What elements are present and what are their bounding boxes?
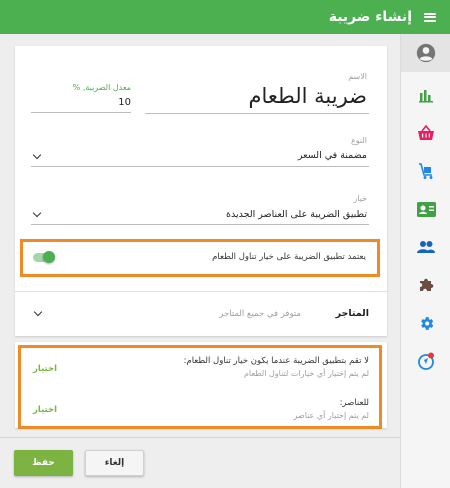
- dining-exception-sub: لم يتم إختيار أي خيارات لتناول الطعام: [243, 369, 369, 378]
- type-select[interactable]: مضمنة في السعر: [298, 150, 367, 161]
- account-circle-icon: [416, 43, 436, 63]
- sidebar-item-settings[interactable]: [401, 304, 450, 342]
- exceptions-highlight: لا تقم بتطبيق الضريبة عندما يكون خيار تن…: [18, 345, 382, 429]
- help-icon: [418, 352, 434, 370]
- rate-input[interactable]: 10: [118, 97, 131, 108]
- cart-box-icon: [419, 163, 433, 179]
- exceptions-card: لا تقم بتطبيق الضريبة عندما يكون خيار تن…: [15, 342, 387, 429]
- stores-value: متوفر في جميع المتاجر: [219, 309, 301, 319]
- items-exception-sub: لم يتم إختيار أي عناصر: [293, 411, 369, 420]
- stores-divider: [15, 291, 387, 292]
- people-icon: [417, 241, 435, 253]
- puzzle-icon: [420, 278, 434, 291]
- bar-chart-icon: [419, 90, 433, 103]
- menu-icon[interactable]: [424, 12, 436, 22]
- rate-label: معدل الضريبة, %: [72, 83, 131, 92]
- option-underline: [31, 224, 369, 225]
- id-card-icon: [416, 201, 436, 217]
- type-label: النوع: [351, 136, 367, 145]
- sidebar-item-customers[interactable]: [401, 228, 450, 266]
- basket-icon: [418, 125, 434, 140]
- option-label: خيار: [353, 194, 367, 203]
- dining-toggle-row[interactable]: يعتمد تطبيق الضريبة على خيار تناول الطعا…: [20, 239, 380, 277]
- save-button[interactable]: حفظ: [14, 450, 73, 476]
- sidebar-item-employees[interactable]: [401, 190, 450, 228]
- type-underline: [31, 166, 369, 167]
- dining-toggle-knob[interactable]: [43, 251, 55, 263]
- chevron-down-icon[interactable]: [32, 150, 42, 160]
- dining-select-link[interactable]: اختيار: [33, 364, 57, 374]
- chevron-down-icon[interactable]: [33, 307, 43, 317]
- chevron-down-icon[interactable]: [32, 208, 42, 218]
- name-label: الاسم: [348, 72, 367, 81]
- sidebar-item-integrations[interactable]: [401, 266, 450, 304]
- rate-underline: [31, 112, 131, 113]
- cancel-button[interactable]: إلغاء: [85, 450, 144, 476]
- stores-label: المتاجر: [335, 308, 369, 319]
- name-underline: [145, 113, 369, 114]
- sidebar-item-inventory[interactable]: [401, 152, 450, 190]
- option-select[interactable]: تطبيق الضريبة على العناصر الجديدة: [226, 209, 367, 220]
- app-bar: إنشاء ضريبة: [0, 0, 450, 34]
- sidebar: [400, 34, 450, 488]
- items-exception-title: للعناصر:: [339, 398, 369, 408]
- name-input[interactable]: ضريبة الطعام: [248, 84, 367, 108]
- items-select-link[interactable]: اختيار: [33, 405, 57, 415]
- tax-form-card: الاسم ضريبة الطعام معدل الضريبة, % 10 ال…: [15, 46, 387, 336]
- dining-exception-title: لا تقم بتطبيق الضريبة عندما يكون خيار تن…: [183, 356, 369, 366]
- gear-icon: [420, 316, 433, 330]
- sidebar-item-help[interactable]: [401, 342, 450, 380]
- page-title: إنشاء ضريبة: [328, 9, 412, 25]
- sidebar-item-sales[interactable]: [401, 114, 450, 152]
- dining-toggle-label: يعتمد تطبيق الضريبة على خيار تناول الطعا…: [212, 252, 366, 262]
- footer-divider: [0, 437, 400, 438]
- sidebar-item-reports[interactable]: [401, 76, 450, 114]
- sidebar-item-account[interactable]: [401, 34, 450, 72]
